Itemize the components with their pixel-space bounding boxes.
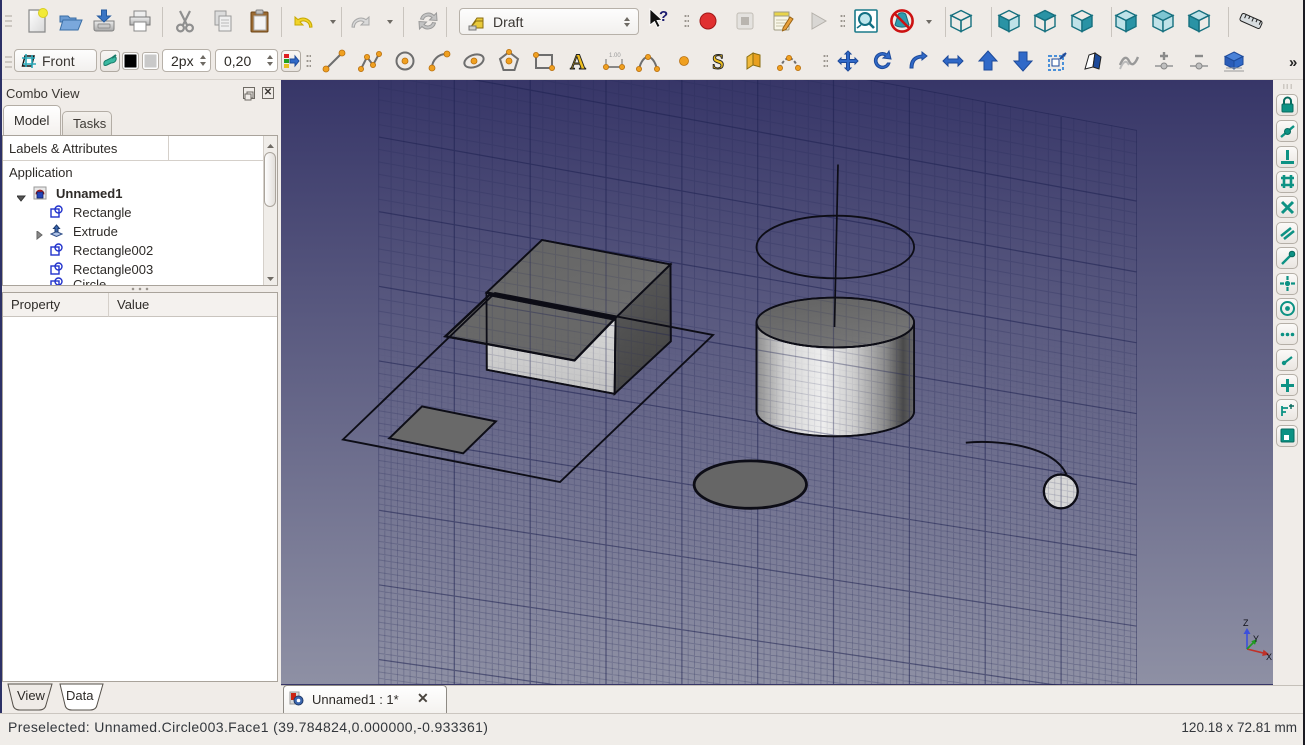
svg-text:?: ? <box>659 8 668 25</box>
svg-text:S: S <box>712 49 724 73</box>
svg-text:1.00: 1.00 <box>609 53 621 59</box>
svg-text:A: A <box>570 49 586 73</box>
svg-text:Z: Z <box>1243 618 1249 628</box>
svg-text:Y: Y <box>1253 634 1259 644</box>
svg-text:X: X <box>1266 652 1272 662</box>
